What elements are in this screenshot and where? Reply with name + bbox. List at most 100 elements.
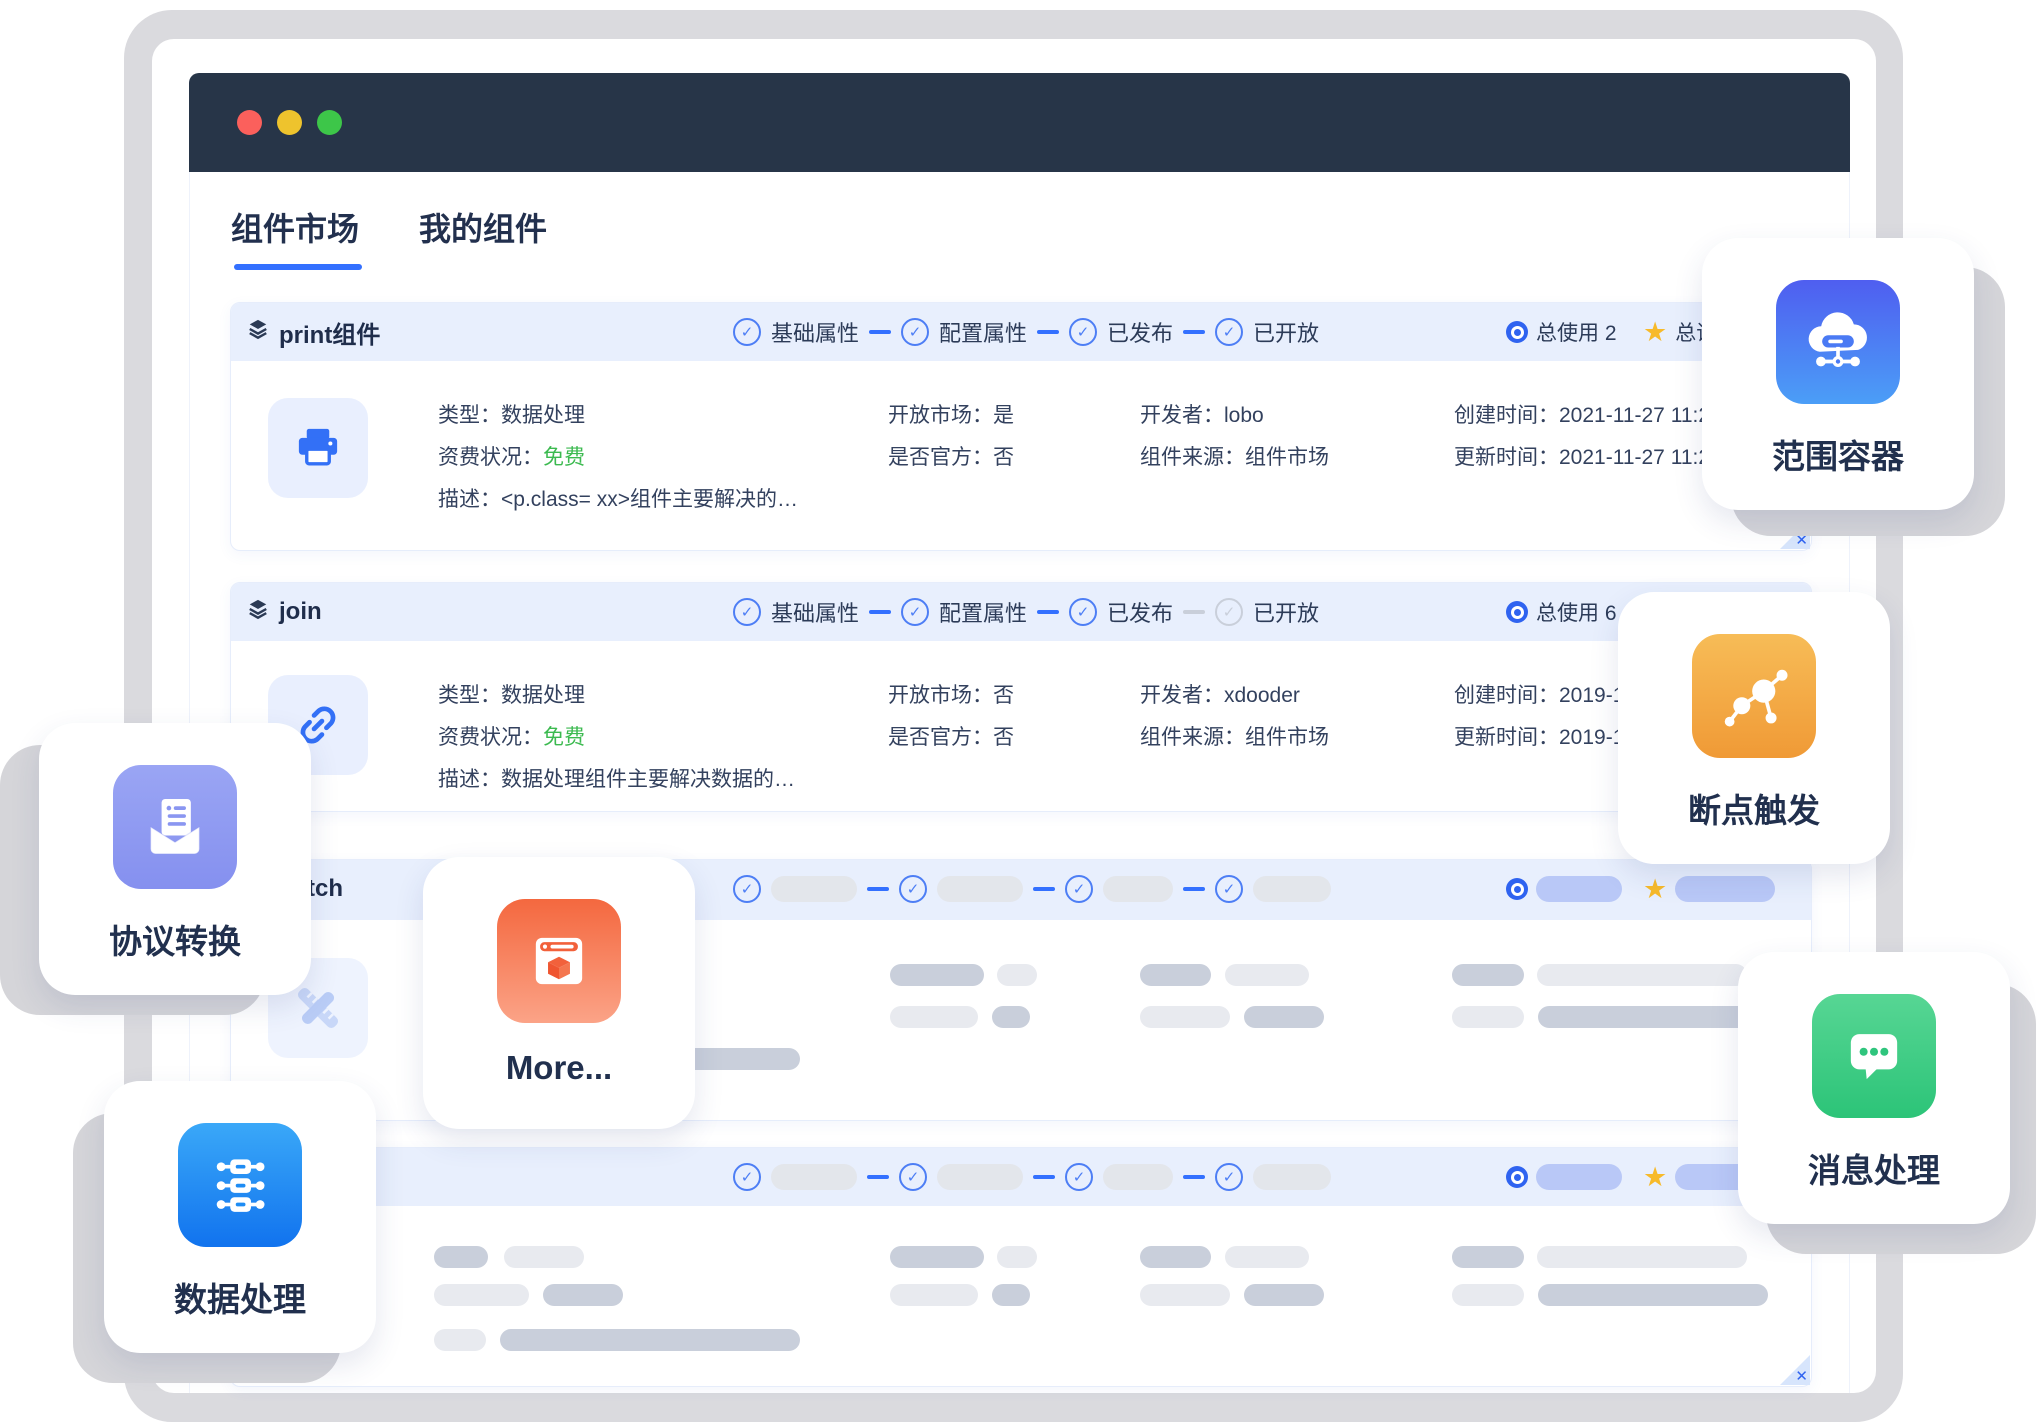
step-connector xyxy=(1037,610,1059,614)
check-icon: ✓ xyxy=(1069,318,1097,346)
skeleton-pill xyxy=(1538,1284,1768,1306)
skeleton-pill xyxy=(1538,1006,1768,1028)
field-open-market: 开放市场：是 xyxy=(888,399,1014,429)
status-steps-skeleton: ✓ ✓ ✓ ✓ xyxy=(733,860,1331,918)
step-connector xyxy=(867,887,889,891)
component-card-skeleton[interactable]: ✓ ✓ ✓ ✓ ★ ✕ xyxy=(230,1147,1812,1387)
skeleton-pill xyxy=(1140,1284,1230,1306)
skeleton-pill xyxy=(1253,1164,1331,1190)
step-connector xyxy=(867,1175,889,1179)
field-developer: 开发者：xdooder xyxy=(1140,679,1300,709)
field-description: 描述：数据处理组件主要解决数据的… xyxy=(438,763,795,793)
status-steps: ✓基础属性 ✓配置属性 ✓已发布 ✓已开放 xyxy=(733,583,1319,641)
card-header: print组件 ✓基础属性 ✓配置属性 ✓已发布 ✓已开放 总使用 2 ★总评 xyxy=(231,303,1811,361)
skeleton-pill xyxy=(890,1284,978,1306)
step-connector xyxy=(869,610,891,614)
star-icon: ★ xyxy=(1643,876,1667,903)
field-fee: 资费状况：免费 xyxy=(438,721,585,751)
skeleton-pill xyxy=(992,1284,1030,1306)
component-card-print[interactable]: print组件 ✓基础属性 ✓配置属性 ✓已发布 ✓已开放 总使用 2 ★总评 … xyxy=(230,302,1812,551)
skeleton-pill xyxy=(434,1329,486,1351)
floating-card-breakpoint-trigger[interactable]: 断点触发 xyxy=(1618,592,1890,864)
close-icon[interactable]: ✕ xyxy=(1795,1367,1808,1385)
skeleton-pill xyxy=(937,876,1023,902)
step-connector xyxy=(1183,610,1205,614)
floating-card-message-processing[interactable]: 消息处理 xyxy=(1738,952,2010,1224)
skeleton-pill xyxy=(434,1284,529,1306)
skeleton-pill xyxy=(1103,876,1173,902)
floating-card-label: 断点触发 xyxy=(1688,784,1820,832)
field-source: 组件来源：组件市场 xyxy=(1140,721,1329,751)
skeleton-pill xyxy=(1140,1006,1230,1028)
floating-card-range-container[interactable]: 范围容器 xyxy=(1702,238,1974,510)
check-icon: ✓ xyxy=(899,1163,927,1191)
card-title: join xyxy=(279,598,322,626)
floating-card-data-processing[interactable]: 数据处理 xyxy=(104,1081,376,1353)
usage-icon xyxy=(1506,601,1528,623)
check-icon: ✓ xyxy=(733,598,761,626)
skeleton-pill xyxy=(1452,1006,1524,1028)
check-icon: ✓ xyxy=(1065,875,1093,903)
skeleton-pill xyxy=(1225,964,1309,986)
check-icon: ✓ xyxy=(733,875,761,903)
floating-card-label: More... xyxy=(506,1049,612,1087)
inbox-document-icon xyxy=(113,765,237,889)
skeleton-pill xyxy=(1537,964,1747,986)
step-connector xyxy=(1183,330,1205,334)
field-created: 创建时间：2019-1 xyxy=(1454,679,1624,709)
floating-card-more[interactable]: More... xyxy=(423,857,695,1129)
skeleton-pill xyxy=(997,1246,1037,1268)
floating-card-label: 消息处理 xyxy=(1808,1144,1940,1192)
star-icon: ★ xyxy=(1643,1164,1667,1191)
skeleton-pill xyxy=(504,1246,584,1268)
check-icon: ✓ xyxy=(1215,875,1243,903)
step-connector xyxy=(869,330,891,334)
card-header: ✓ ✓ ✓ ✓ ★ xyxy=(231,1148,1811,1206)
floating-card-protocol-convert[interactable]: 协议转换 xyxy=(39,723,311,995)
skeleton-pill xyxy=(890,964,984,986)
skeleton-pill xyxy=(771,1164,857,1190)
check-icon: ✓ xyxy=(1069,598,1097,626)
field-updated: 更新时间：2021-11-27 11:2 xyxy=(1454,441,1710,471)
floating-card-label: 协议转换 xyxy=(109,915,241,963)
active-tab-underline xyxy=(234,264,362,270)
skeleton-pill xyxy=(1244,1006,1324,1028)
skeleton-pill xyxy=(434,1246,488,1268)
field-description: 描述：<p.class= xx>组件主要解决的… xyxy=(438,483,798,513)
skeleton-pill xyxy=(1253,876,1331,902)
tab-component-market[interactable]: 组件市场 xyxy=(231,204,359,250)
usage-icon xyxy=(1506,878,1528,900)
tab-my-components[interactable]: 我的组件 xyxy=(419,204,547,250)
skeleton-pill xyxy=(771,876,857,902)
skeleton-pill xyxy=(1244,1284,1324,1306)
usage-stat xyxy=(1506,860,1622,918)
skeleton-pill xyxy=(1225,1246,1309,1268)
skeleton-pill xyxy=(890,1246,984,1268)
step-label: 已开放 xyxy=(1253,316,1319,348)
check-icon: ✓ xyxy=(899,875,927,903)
star-icon: ★ xyxy=(1643,319,1667,346)
field-updated: 更新时间：2019-1 xyxy=(1454,721,1624,751)
field-type: 类型：数据处理 xyxy=(438,679,585,709)
browser-titlebar xyxy=(189,73,1850,172)
check-icon: ✓ xyxy=(901,318,929,346)
check-icon: ✓ xyxy=(1215,318,1243,346)
usage-stat xyxy=(1506,1148,1622,1206)
check-icon: ✓ xyxy=(901,598,929,626)
skeleton-pill xyxy=(543,1284,623,1306)
data-nodes-icon xyxy=(178,1123,302,1247)
step-label: 已开放 xyxy=(1253,596,1319,628)
usage-icon xyxy=(1506,321,1528,343)
skeleton-pill xyxy=(1140,964,1211,986)
step-connector xyxy=(1033,1175,1055,1179)
close-traffic-light[interactable] xyxy=(237,110,262,135)
skeleton-pill xyxy=(1537,1246,1747,1268)
maximize-traffic-light[interactable] xyxy=(317,110,342,135)
step-label: 配置属性 xyxy=(939,596,1027,628)
component-card-join[interactable]: join ✓基础属性 ✓配置属性 ✓已发布 ✓已开放 总使用 6 ★总评 类型：… xyxy=(230,582,1812,812)
minimize-traffic-light[interactable] xyxy=(277,110,302,135)
check-icon: ✓ xyxy=(1215,598,1243,626)
field-type: 类型：数据处理 xyxy=(438,399,585,429)
layers-icon xyxy=(247,598,269,627)
card-header: join ✓基础属性 ✓配置属性 ✓已发布 ✓已开放 总使用 6 ★总评 xyxy=(231,583,1811,641)
